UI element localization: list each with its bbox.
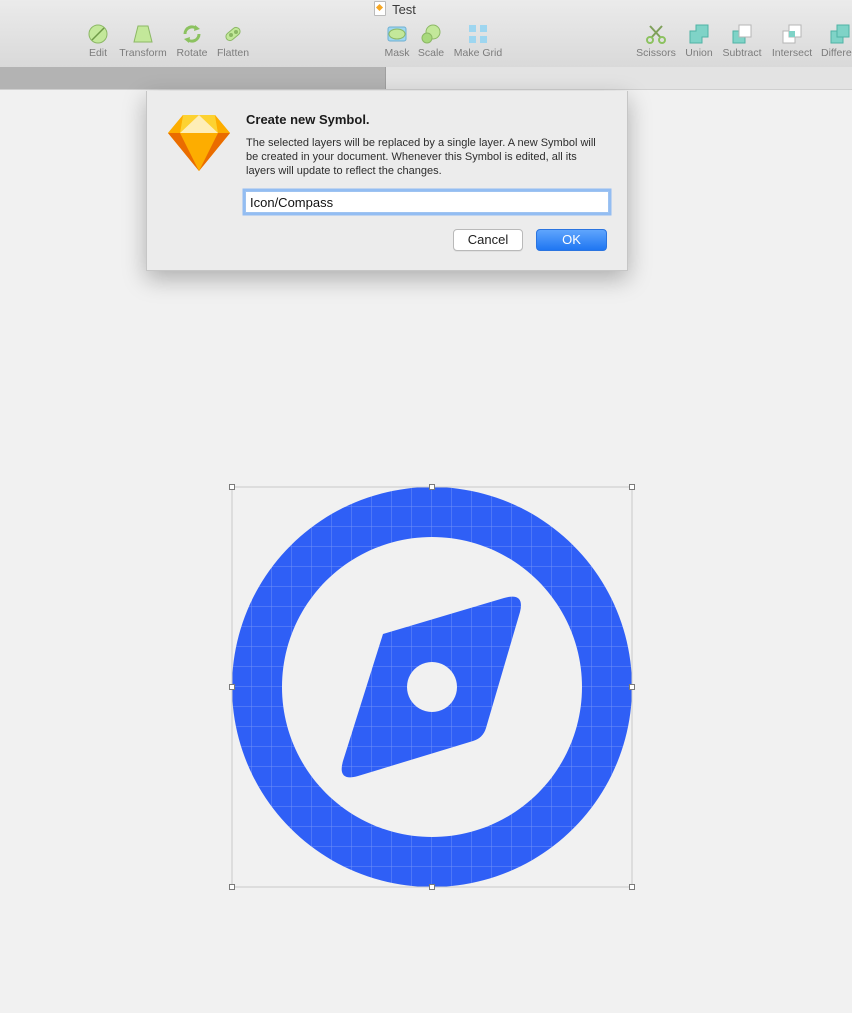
selection-handle-bottom-right[interactable] — [629, 884, 635, 890]
selection-handle-bottom-left[interactable] — [229, 884, 235, 890]
dialog-title: Create new Symbol. — [246, 112, 370, 127]
difference-icon — [830, 24, 850, 44]
selection-handle-bottom[interactable] — [429, 884, 435, 890]
document-tab-bar — [0, 67, 852, 90]
transform-tool-button[interactable]: Transform — [117, 23, 169, 59]
compass-needle — [341, 596, 521, 778]
mask-tool-label: Mask — [384, 47, 410, 59]
union-tool-label: Union — [685, 47, 713, 59]
flatten-tool-label: Flatten — [216, 47, 250, 59]
mask-tool-button[interactable]: Mask — [383, 23, 411, 59]
selection-handle-right[interactable] — [629, 684, 635, 690]
rotate-icon — [183, 25, 201, 43]
intersect-tool-label: Intersect — [771, 47, 813, 59]
intersect-tool-button[interactable]: Intersect — [769, 23, 815, 59]
make-grid-tool-label: Make Grid — [453, 47, 503, 59]
transform-icon — [133, 25, 153, 43]
difference-tool-label: Differe — [821, 47, 852, 59]
rotate-tool-label: Rotate — [176, 47, 208, 59]
scale-icon — [421, 24, 441, 44]
cancel-button[interactable]: Cancel — [453, 229, 523, 251]
edit-icon — [88, 24, 108, 44]
ok-button[interactable]: OK — [536, 229, 607, 251]
selection-handle-top[interactable] — [429, 484, 435, 490]
scale-tool-button[interactable]: Scale — [417, 23, 445, 59]
edit-tool-label: Edit — [88, 47, 108, 59]
union-tool-button[interactable]: Union — [683, 23, 715, 59]
sketch-diamond-icon — [168, 115, 230, 171]
selection-outline — [231, 486, 633, 888]
flatten-tool-button[interactable]: Flatten — [215, 23, 251, 59]
transform-tool-label: Transform — [119, 47, 167, 59]
window-title: Test — [0, 1, 790, 17]
subtract-tool-button[interactable]: Subtract — [720, 23, 764, 59]
scissors-tool-label: Scissors — [636, 47, 676, 59]
window-title-text: Test — [392, 2, 416, 17]
selection-handle-top-right[interactable] — [629, 484, 635, 490]
create-symbol-dialog: Create new Symbol. The selected layers w… — [146, 91, 628, 271]
compass-ring — [232, 487, 633, 887]
scissors-tool-button[interactable]: Scissors — [635, 23, 677, 59]
union-icon — [689, 24, 709, 44]
make-grid-tool-button[interactable]: Make Grid — [452, 23, 504, 59]
selection-handle-top-left[interactable] — [229, 484, 235, 490]
scale-tool-label: Scale — [417, 47, 445, 59]
selection-handle-left[interactable] — [229, 684, 235, 690]
rotate-tool-button[interactable]: Rotate — [175, 23, 209, 59]
toolbar: Test Edit Transform Rotate Flatten Mask … — [0, 0, 852, 67]
sketch-document-icon — [374, 1, 387, 16]
subtract-icon — [732, 24, 752, 44]
edit-tool-button[interactable]: Edit — [84, 23, 112, 59]
difference-tool-button[interactable]: Differe — [821, 23, 852, 59]
make-grid-icon — [469, 25, 487, 43]
active-tab[interactable] — [0, 67, 386, 89]
scissors-icon — [646, 25, 666, 44]
mask-icon — [387, 26, 407, 42]
subtract-tool-label: Subtract — [722, 47, 762, 59]
flatten-icon — [225, 26, 241, 42]
compass-icon[interactable] — [232, 487, 633, 887]
dialog-message: The selected layers will be replaced by … — [246, 137, 596, 177]
intersect-icon — [782, 24, 802, 44]
symbol-name-input[interactable] — [245, 191, 609, 213]
